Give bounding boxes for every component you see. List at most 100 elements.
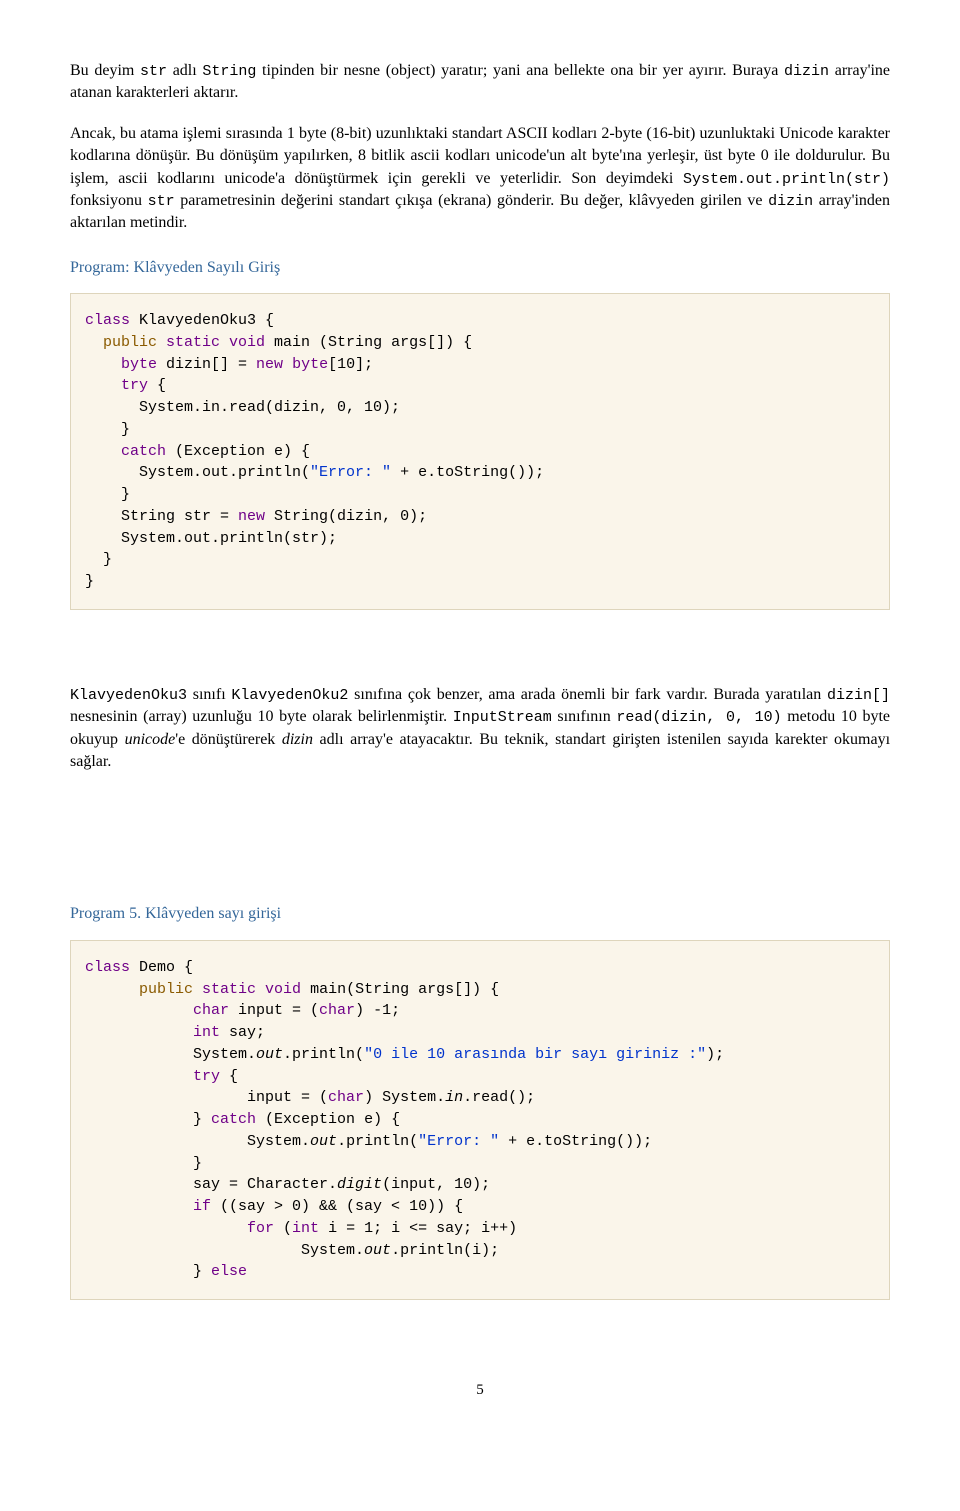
method-italic: out xyxy=(364,1242,391,1259)
kw: byte xyxy=(283,356,328,373)
spacer xyxy=(70,634,890,684)
text: 'e dönüştürerek xyxy=(175,731,282,748)
code: System. xyxy=(85,1242,364,1259)
code-inline: dizin[] xyxy=(827,687,890,704)
kw: public xyxy=(85,981,193,998)
code: ((say > 0) && (say < 10)) { xyxy=(211,1198,463,1215)
code-block-2: class Demo { public static void main(Str… xyxy=(70,940,890,1300)
paragraph-1: Bu deyim str adlı String tipinden bir ne… xyxy=(70,60,890,105)
code: main (String args[]) { xyxy=(265,334,472,351)
code: + e.toString()); xyxy=(391,464,544,481)
code: + e.toString()); xyxy=(499,1133,652,1150)
code: } xyxy=(85,486,130,503)
paragraph-3: KlavyedenOku3 sınıfı KlavyedenOku2 sınıf… xyxy=(70,684,890,774)
code: ) -1; xyxy=(355,1002,400,1019)
text: parametresinin değerini standart çıkışa … xyxy=(175,192,768,209)
code: } xyxy=(85,551,112,568)
code: System.out.println(str); xyxy=(85,530,337,547)
code-inline: String xyxy=(202,63,256,80)
paragraph-2: Ancak, bu atama işlemi sırasında 1 byte … xyxy=(70,123,890,235)
code: (input, 10); xyxy=(382,1176,490,1193)
code: Demo { xyxy=(130,959,193,976)
text-italic: unicode xyxy=(125,731,176,748)
kw: new xyxy=(238,508,265,525)
text: fonksiyonu xyxy=(70,192,148,209)
kw: static xyxy=(157,334,220,351)
string-literal: "Error: " xyxy=(418,1133,499,1150)
code: .println( xyxy=(283,1046,364,1063)
code: say = Character. xyxy=(85,1176,337,1193)
kw: catch xyxy=(211,1111,256,1128)
code-inline: dizin xyxy=(768,193,813,210)
code: ); xyxy=(706,1046,724,1063)
kw: try xyxy=(85,1068,220,1085)
kw: try xyxy=(85,377,148,394)
code: input = ( xyxy=(229,1002,319,1019)
code: System.out.println( xyxy=(85,464,310,481)
kw: char xyxy=(85,1002,229,1019)
code: .println(i); xyxy=(391,1242,499,1259)
kw: for xyxy=(85,1220,274,1237)
code: } xyxy=(85,1155,202,1172)
code: say; xyxy=(220,1024,265,1041)
kw: new xyxy=(256,356,283,373)
code-inline: str xyxy=(140,63,167,80)
string-literal: "0 ile 10 arasında bir sayı giriniz :" xyxy=(364,1046,706,1063)
code-block-1: class KlavyedenOku3 { public static void… xyxy=(70,293,890,610)
code: } xyxy=(85,573,94,590)
code: main(String args[]) { xyxy=(301,981,499,998)
kw: int xyxy=(85,1024,220,1041)
code: dizin[] = xyxy=(157,356,256,373)
kw: else xyxy=(211,1263,247,1280)
code: KlavyedenOku3 { xyxy=(130,312,274,329)
text: nesnesinin (array) uzunluğu 10 byte olar… xyxy=(70,708,453,725)
text: sınıfı xyxy=(187,686,231,703)
code: (Exception e) { xyxy=(256,1111,400,1128)
kw: class xyxy=(85,959,130,976)
code: (Exception e) { xyxy=(166,443,310,460)
code-inline: read(dizin, 0, 10) xyxy=(616,709,781,726)
code: ( xyxy=(274,1220,292,1237)
heading-program-5: Program 5. Klâvyeden sayı girişi xyxy=(70,903,890,925)
code-inline: InputStream xyxy=(453,709,552,726)
spacer xyxy=(70,791,890,881)
kw: if xyxy=(85,1198,211,1215)
code: String(dizin, 0); xyxy=(265,508,427,525)
kw: static xyxy=(193,981,256,998)
method-italic: digit xyxy=(337,1176,382,1193)
text: sınıfının xyxy=(552,708,617,725)
code: .println( xyxy=(337,1133,418,1150)
kw: catch xyxy=(85,443,166,460)
code: { xyxy=(220,1068,238,1085)
code-inline: System.out.println(str) xyxy=(683,171,890,188)
page-number: 5 xyxy=(70,1380,890,1401)
method-italic: in xyxy=(445,1089,463,1106)
kw: void xyxy=(220,334,265,351)
text: tipinden bir nesne (object) yaratır; yan… xyxy=(256,62,784,79)
text: sınıfına çok benzer, ama arada önemli bi… xyxy=(348,686,827,703)
string-literal: "Error: " xyxy=(310,464,391,481)
code: { xyxy=(148,377,166,394)
method-italic: out xyxy=(256,1046,283,1063)
kw: void xyxy=(256,981,301,998)
text: adlı xyxy=(167,62,202,79)
code-inline: KlavyedenOku3 xyxy=(70,687,187,704)
code: System.in.read(dizin, 0, 10); xyxy=(85,399,400,416)
code: } xyxy=(85,421,130,438)
code-inline: dizin xyxy=(784,63,829,80)
kw: public xyxy=(85,334,157,351)
kw: char xyxy=(328,1089,364,1106)
code: String str = xyxy=(85,508,238,525)
method-italic: out xyxy=(310,1133,337,1150)
kw: byte xyxy=(85,356,157,373)
code-inline: str xyxy=(148,193,175,210)
kw: int xyxy=(292,1220,319,1237)
code: .read(); xyxy=(463,1089,535,1106)
text: Bu deyim xyxy=(70,62,140,79)
code-inline: KlavyedenOku2 xyxy=(231,687,348,704)
text-italic: dizin xyxy=(282,731,313,748)
code: input = ( xyxy=(85,1089,328,1106)
code: System. xyxy=(85,1133,310,1150)
code: i = 1; i <= say; i++) xyxy=(319,1220,517,1237)
heading-program-keyboard-count: Program: Klâvyeden Sayılı Giriş xyxy=(70,257,890,279)
